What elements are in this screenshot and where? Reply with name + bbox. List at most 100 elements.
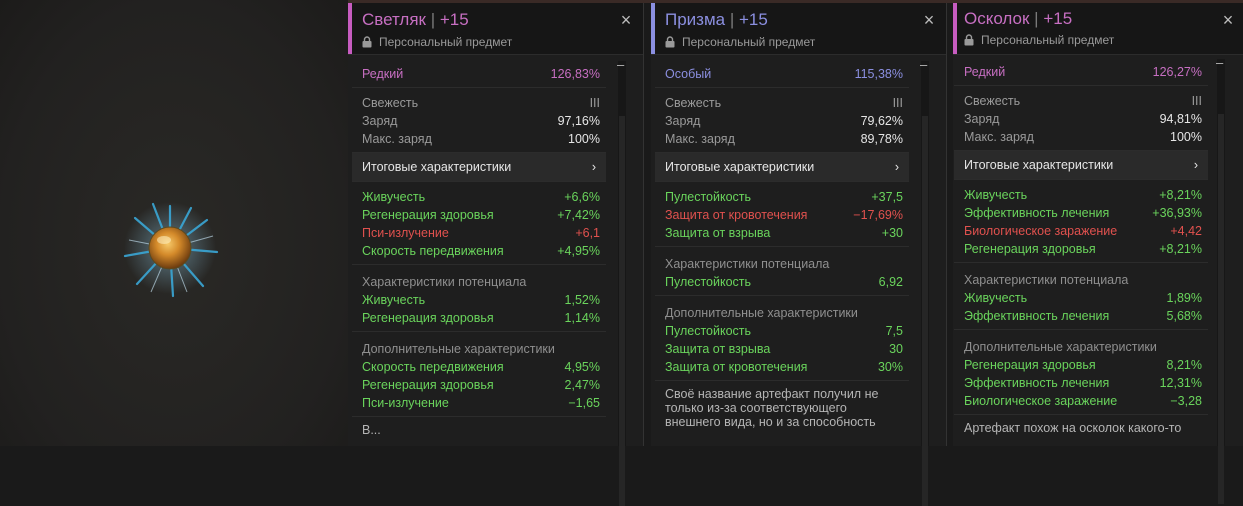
rarity-accent-bar (953, 3, 957, 54)
stat-value: 97,16% (557, 114, 600, 128)
stat-label: Эффективность лечения (964, 206, 1110, 220)
stat-value: 4,95% (564, 360, 600, 374)
lock-icon (362, 36, 372, 48)
charge-row: Заряд 79,62% (655, 112, 909, 130)
item-details: Редкий 126,83% Свежесть III Заряд 97,16% М… (352, 61, 606, 446)
rarity-accent-bar (651, 3, 655, 54)
stat-row: Живучесть 1,89% (954, 289, 1208, 307)
stat-row: Защита от взрыва +30 (655, 224, 909, 242)
collapse-icon[interactable]: – (617, 58, 627, 71)
stat-label: Защита от кровотечения (665, 208, 808, 222)
stat-row: Скорость передвижения +4,95% (352, 242, 606, 260)
freshness-row: Свежесть III (954, 92, 1208, 110)
close-icon[interactable]: × (1221, 11, 1235, 29)
scrollbar-thumb[interactable] (922, 116, 928, 506)
stat-row: Живучесть +6,6% (352, 188, 606, 206)
potential-header: Характеристики потенциала (362, 275, 527, 289)
stat-value: +30 (881, 226, 903, 240)
stat-label: Пси-излучение (362, 226, 449, 240)
item-header: Осколок | +15 Персональный предмет × (953, 3, 1243, 55)
personal-item-text: Персональный предмет (981, 33, 1115, 47)
item-card-oskolok: Осколок | +15 Персональный предмет × Ред… (953, 3, 1243, 504)
stat-value: +36,93% (1152, 206, 1202, 220)
close-icon[interactable]: × (922, 11, 936, 29)
stat-label: Биологическое заражение (964, 224, 1118, 238)
stat-value: +8,21% (1159, 242, 1202, 256)
personal-item-text: Персональный предмет (682, 35, 816, 49)
stat-value: III (1191, 94, 1202, 108)
scrollbar[interactable]: – (920, 58, 930, 506)
stat-value: 100% (568, 132, 600, 146)
stat-row: Пси-излучение +6,1 (352, 224, 606, 242)
stat-row: Скорость передвижения 4,95% (352, 358, 606, 376)
item-details: Особый 115,38% Свежесть III Заряд 79,62% М… (655, 61, 909, 446)
rarity-row: Редкий 126,27% (954, 63, 1208, 81)
summary-label: Итоговые характеристики (964, 158, 1114, 172)
summary-label: Итоговые характеристики (362, 160, 512, 174)
item-title: Осколок | +15 (964, 9, 1072, 29)
stat-value: 79,62% (860, 114, 903, 128)
scrollbar[interactable]: – (617, 58, 627, 506)
summary-stats-button[interactable]: Итоговые характеристики › (352, 153, 606, 182)
item-title: Призма | +15 (665, 10, 768, 30)
freshness-row: Свежесть III (352, 94, 606, 112)
rarity-accent-bar (348, 3, 352, 54)
charge-row: Заряд 97,16% (352, 112, 606, 130)
stat-value: −1,65 (568, 396, 600, 410)
potential-section: Характеристики потенциала Живучесть 1,89%… (954, 263, 1208, 330)
summary-stats-button[interactable]: Итоговые характеристики › (655, 153, 909, 182)
chevron-right-icon: › (591, 160, 596, 174)
stat-row: Регенерация здоровья 8,21% (954, 356, 1208, 374)
extra-section: Дополнительные характеристики Скорость п… (352, 332, 606, 417)
close-icon[interactable]: × (619, 11, 633, 29)
stat-value: 89,78% (860, 132, 903, 146)
stat-row: Регенерация здоровья 1,14% (352, 309, 606, 327)
stat-value: +37,5 (871, 190, 903, 204)
total-stats-section: Живучесть +6,6% Регенерация здоровья +7,42… (352, 182, 606, 265)
scrollbar[interactable]: – (1216, 56, 1226, 504)
stat-label: Пси-излучение (362, 396, 449, 410)
stat-label: Живучесть (362, 190, 426, 204)
stat-label: Живучесть (362, 293, 426, 307)
item-name: Призма (665, 10, 726, 29)
stat-label: Регенерация здоровья (362, 208, 494, 222)
collapse-icon[interactable]: – (1216, 56, 1226, 69)
stat-label: Заряд (964, 112, 1000, 126)
stat-label: Свежесть (362, 96, 419, 110)
condition-section: Свежесть III Заряд 94,81% Макс. заряд 100% (954, 86, 1208, 151)
item-level: +15 (439, 10, 469, 29)
stat-value: 94,81% (1159, 112, 1202, 126)
rarity-value: 115,38% (854, 67, 903, 81)
stat-value: 30 (889, 342, 903, 356)
item-name: Осколок (964, 9, 1030, 28)
item-level: +15 (738, 10, 768, 29)
collapse-icon[interactable]: – (920, 58, 930, 71)
extra-header: Дополнительные характеристики (665, 306, 858, 320)
stat-value: 30% (877, 360, 903, 374)
stat-label: Свежесть (964, 94, 1021, 108)
stat-label: Макс. заряд (362, 132, 432, 146)
item-name: Светляк (362, 10, 426, 29)
rarity-row: Редкий 126,83% (352, 65, 606, 83)
max-charge-row: Макс. заряд 100% (352, 130, 606, 148)
total-stats-section: Пулестойкость +37,5 Защита от кровотечени… (655, 182, 909, 247)
stat-value: +6,1 (575, 226, 600, 240)
item-description: Артефакт похож на осколок какого-то (964, 421, 1182, 435)
stat-label: Пулестойкость (665, 324, 752, 338)
summary-stats-button[interactable]: Итоговые характеристики › (954, 151, 1208, 180)
extra-section: Дополнительные характеристики Регенераци… (954, 330, 1208, 415)
stat-value: 1,14% (564, 311, 600, 325)
stat-row: Защита от кровотечения −17,69% (655, 206, 909, 224)
stat-value: +4,42 (1170, 224, 1202, 238)
lock-icon (964, 34, 974, 46)
scrollbar-thumb[interactable] (619, 116, 625, 506)
stat-label: Макс. заряд (665, 132, 735, 146)
item-description: В... (362, 423, 381, 437)
stat-row: Живучесть +8,21% (954, 186, 1208, 204)
personal-item-label: Персональный предмет (665, 35, 815, 49)
rarity-label: Особый (665, 67, 712, 81)
potential-section: Характеристики потенциала Пулестойкость 6… (655, 247, 909, 296)
personal-item-text: Персональный предмет (379, 35, 513, 49)
item-level: +15 (1043, 9, 1073, 28)
max-charge-row: Макс. заряд 100% (954, 128, 1208, 146)
